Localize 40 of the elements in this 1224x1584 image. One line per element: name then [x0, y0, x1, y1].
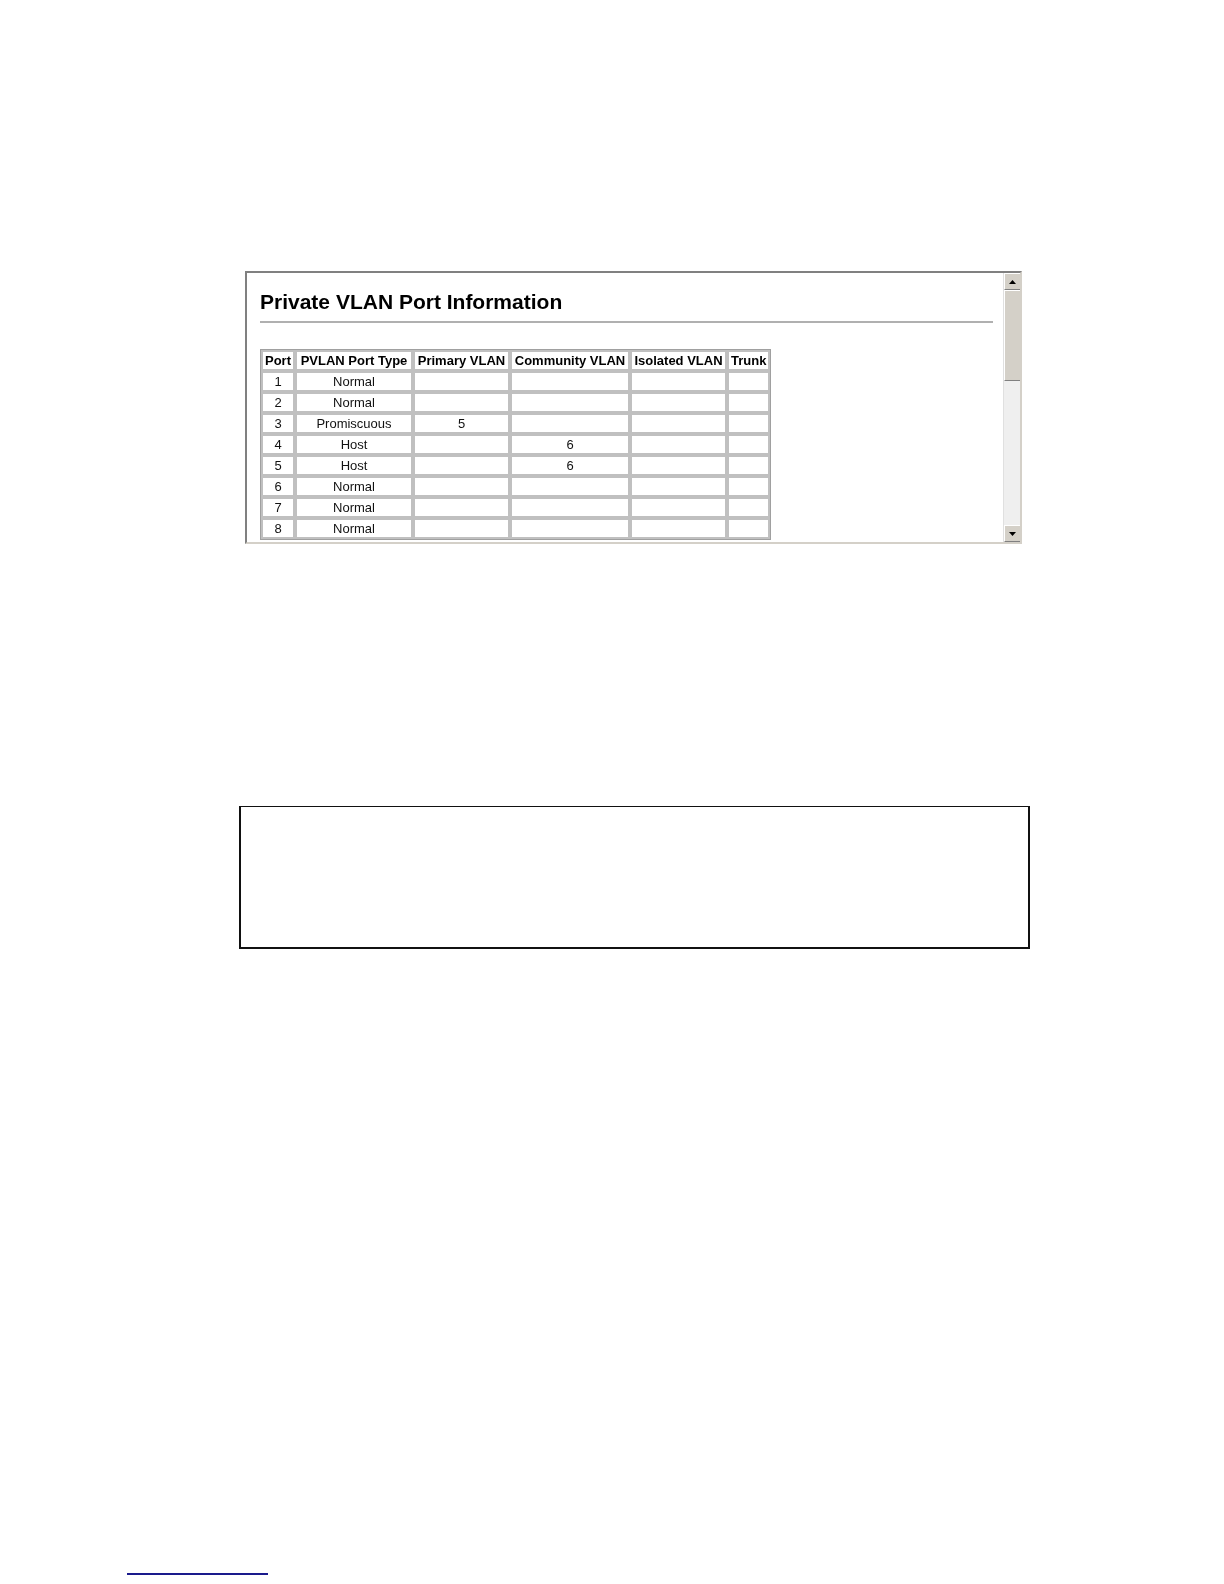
scroll-up-button[interactable]	[1004, 273, 1020, 290]
table-cell: 5	[413, 413, 510, 435]
table-cell: Host	[295, 455, 413, 477]
table-cell	[727, 476, 771, 498]
table-cell: Normal	[295, 497, 413, 519]
column-header: Primary VLAN	[413, 350, 510, 372]
table-cell: 8	[261, 518, 295, 540]
table-cell: 7	[261, 497, 295, 519]
table-cell	[727, 434, 771, 456]
column-header: Port	[261, 350, 295, 372]
table-cell: 2	[261, 392, 295, 414]
table-cell	[727, 392, 771, 414]
table-cell: 3	[261, 413, 295, 435]
table-cell: Normal	[295, 392, 413, 414]
table-cell: 1	[261, 371, 295, 393]
column-header: Trunk	[727, 350, 771, 372]
scroll-thumb[interactable]	[1004, 290, 1020, 381]
column-header: Isolated VLAN	[630, 350, 727, 372]
table-cell	[727, 413, 771, 435]
scroll-down-button[interactable]	[1004, 525, 1020, 542]
table-cell: 6	[261, 476, 295, 498]
table-cell	[727, 455, 771, 477]
table-cell	[727, 371, 771, 393]
table-cell: Promiscuous	[295, 413, 413, 435]
table-cell	[727, 518, 771, 540]
table-cell: 6	[510, 434, 630, 456]
scrollbar[interactable]	[1003, 273, 1020, 542]
table-cell	[727, 497, 771, 519]
table-cell: Normal	[295, 518, 413, 540]
table-cell: 5	[261, 455, 295, 477]
table-cell: Normal	[295, 371, 413, 393]
table-cell: 4	[261, 434, 295, 456]
up-arrow-icon	[1009, 279, 1016, 284]
column-header: PVLAN Port Type	[295, 350, 413, 372]
table-cell: Normal	[295, 476, 413, 498]
table-cell: Host	[295, 434, 413, 456]
down-arrow-icon	[1009, 531, 1016, 536]
table-cell: 6	[510, 455, 630, 477]
page-title: Private VLAN Port Information	[260, 289, 564, 315]
column-header: Community VLAN	[510, 350, 630, 372]
